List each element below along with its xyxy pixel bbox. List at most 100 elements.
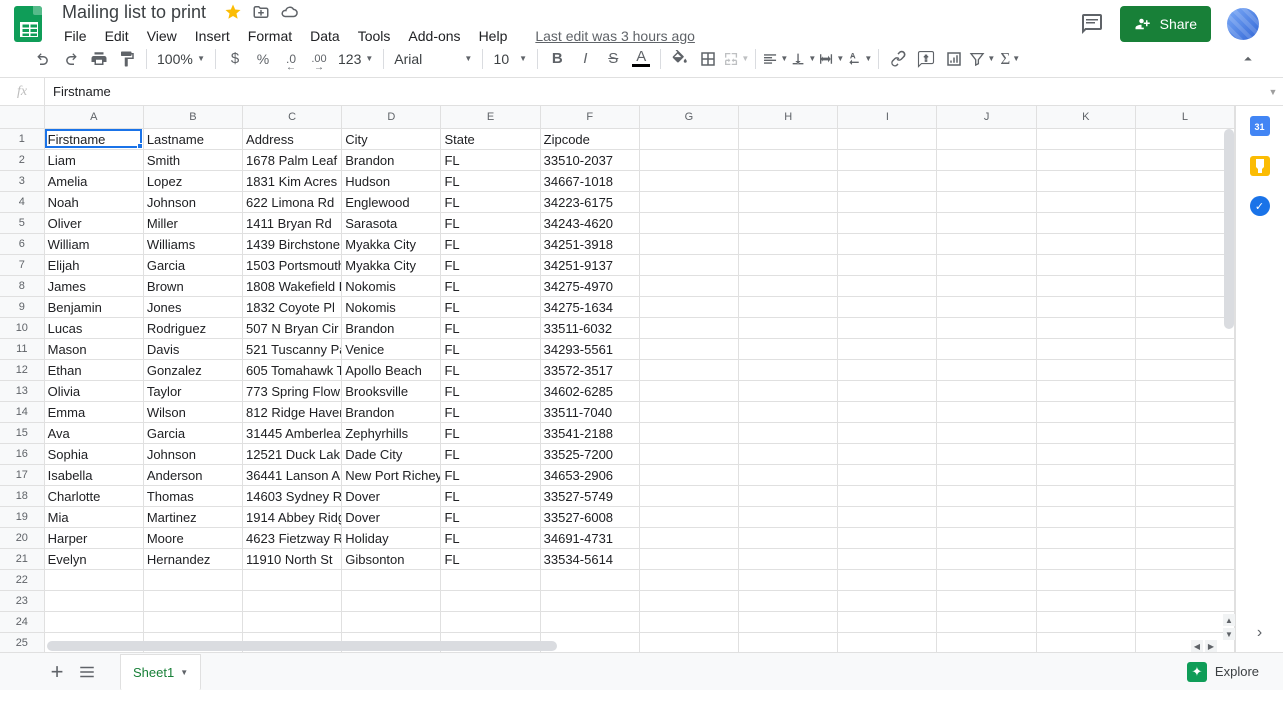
- cell[interactable]: Lastname: [144, 129, 243, 150]
- cell[interactable]: 507 N Bryan Cir: [243, 318, 342, 339]
- cell[interactable]: FL: [441, 339, 540, 360]
- cell[interactable]: 1832 Coyote Pl: [243, 297, 342, 318]
- share-button[interactable]: Share: [1120, 6, 1211, 42]
- cell[interactable]: Myakka City: [342, 255, 441, 276]
- cell[interactable]: Brooksville: [342, 381, 441, 402]
- cell[interactable]: FL: [441, 528, 540, 549]
- column-header-K[interactable]: K: [1037, 106, 1136, 128]
- cell[interactable]: [1037, 549, 1136, 570]
- cell[interactable]: [838, 297, 937, 318]
- cell[interactable]: 36441 Lanson A: [243, 465, 342, 486]
- cell[interactable]: 1411 Bryan Rd: [243, 213, 342, 234]
- cell[interactable]: [1037, 570, 1136, 591]
- cell[interactable]: [937, 213, 1036, 234]
- cell[interactable]: [1037, 591, 1136, 612]
- cell[interactable]: [541, 570, 640, 591]
- cell[interactable]: William: [45, 234, 144, 255]
- cell[interactable]: Myakka City: [342, 234, 441, 255]
- cell[interactable]: [1136, 297, 1235, 318]
- cell[interactable]: [838, 402, 937, 423]
- more-formats-dropdown[interactable]: 123▼: [334, 47, 377, 71]
- menu-edit[interactable]: Edit: [97, 24, 137, 48]
- filter-button[interactable]: ▼: [969, 46, 995, 72]
- explore-button[interactable]: ✦ Explore: [1177, 656, 1269, 688]
- column-header-F[interactable]: F: [541, 106, 640, 128]
- cell[interactable]: [739, 612, 838, 633]
- bold-button[interactable]: B: [544, 46, 570, 72]
- cell[interactable]: Moore: [144, 528, 243, 549]
- cell[interactable]: Noah: [45, 192, 144, 213]
- row-header[interactable]: 8: [0, 276, 45, 297]
- cell[interactable]: [937, 444, 1036, 465]
- cell[interactable]: Taylor: [144, 381, 243, 402]
- cell[interactable]: [1037, 360, 1136, 381]
- cell[interactable]: [1136, 276, 1235, 297]
- cell[interactable]: Anderson: [144, 465, 243, 486]
- cell[interactable]: 14603 Sydney R: [243, 486, 342, 507]
- cell[interactable]: 1439 Birchstone: [243, 234, 342, 255]
- cell[interactable]: [441, 570, 540, 591]
- cell[interactable]: [1136, 507, 1235, 528]
- cell[interactable]: [937, 171, 1036, 192]
- cell[interactable]: [1136, 570, 1235, 591]
- cell[interactable]: New Port Richey: [342, 465, 441, 486]
- column-header-J[interactable]: J: [937, 106, 1036, 128]
- cell[interactable]: [1037, 612, 1136, 633]
- add-sheet-button[interactable]: +: [42, 657, 72, 687]
- cell[interactable]: Oliver: [45, 213, 144, 234]
- cell[interactable]: FL: [441, 192, 540, 213]
- cell[interactable]: [838, 381, 937, 402]
- menu-tools[interactable]: Tools: [350, 24, 399, 48]
- cell[interactable]: [838, 171, 937, 192]
- zoom-dropdown[interactable]: 100%▼: [153, 47, 209, 71]
- cell[interactable]: [838, 444, 937, 465]
- cell[interactable]: [1136, 486, 1235, 507]
- cell[interactable]: 605 Tomahawk T: [243, 360, 342, 381]
- cell[interactable]: [144, 612, 243, 633]
- cell[interactable]: [640, 255, 739, 276]
- formula-bar-input[interactable]: Firstname: [45, 84, 1263, 99]
- cell[interactable]: Liam: [45, 150, 144, 171]
- cell[interactable]: [45, 591, 144, 612]
- menu-file[interactable]: File: [56, 24, 95, 48]
- row-header[interactable]: 20: [0, 528, 45, 549]
- cell[interactable]: [937, 192, 1036, 213]
- toolbar-collapse-button[interactable]: [1235, 46, 1261, 72]
- row-header[interactable]: 7: [0, 255, 45, 276]
- cell[interactable]: [1136, 129, 1235, 150]
- cell[interactable]: State: [441, 129, 540, 150]
- cell[interactable]: Mia: [45, 507, 144, 528]
- cell[interactable]: [441, 591, 540, 612]
- cell[interactable]: Mason: [45, 339, 144, 360]
- print-button[interactable]: [86, 46, 112, 72]
- cell[interactable]: [739, 129, 838, 150]
- strikethrough-button[interactable]: S: [600, 46, 626, 72]
- cell[interactable]: FL: [441, 255, 540, 276]
- cell[interactable]: [640, 612, 739, 633]
- cell[interactable]: 1831 Kim Acres: [243, 171, 342, 192]
- cell[interactable]: 1914 Abbey Ridg: [243, 507, 342, 528]
- cell[interactable]: Thomas: [144, 486, 243, 507]
- cell[interactable]: [1037, 507, 1136, 528]
- menu-insert[interactable]: Insert: [187, 24, 238, 48]
- redo-button[interactable]: [58, 46, 84, 72]
- insert-comment-button[interactable]: [913, 46, 939, 72]
- cell[interactable]: Elijah: [45, 255, 144, 276]
- row-header[interactable]: 17: [0, 465, 45, 486]
- column-header-B[interactable]: B: [144, 106, 243, 128]
- cell[interactable]: Zephyrhills: [342, 423, 441, 444]
- cell[interactable]: [1037, 276, 1136, 297]
- cell[interactable]: 33511-6032: [541, 318, 640, 339]
- cell[interactable]: [739, 528, 838, 549]
- vertical-align-button[interactable]: ▼: [790, 46, 816, 72]
- cell[interactable]: [739, 213, 838, 234]
- cell[interactable]: Smith: [144, 150, 243, 171]
- cell[interactable]: Wilson: [144, 402, 243, 423]
- menu-data[interactable]: Data: [302, 24, 348, 48]
- cell[interactable]: [1037, 297, 1136, 318]
- cell[interactable]: 34691-4731: [541, 528, 640, 549]
- cell[interactable]: [640, 465, 739, 486]
- cell[interactable]: FL: [441, 486, 540, 507]
- cell[interactable]: [838, 423, 937, 444]
- cell[interactable]: 4623 Fietzway R: [243, 528, 342, 549]
